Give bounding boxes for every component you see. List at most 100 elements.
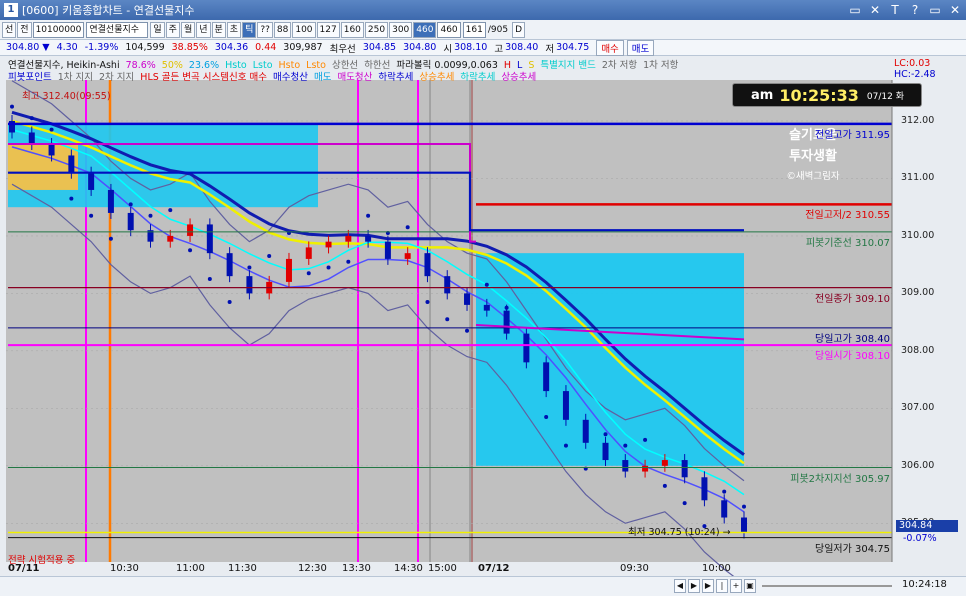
zone-day1-orange — [8, 143, 78, 190]
current-pct-tag: -0.07% — [903, 533, 937, 544]
code-input[interactable]: 10100000 — [32, 21, 85, 38]
sar-dot — [405, 225, 410, 230]
sar-dot — [682, 501, 687, 506]
count-input[interactable]: 161 — [462, 21, 486, 38]
sell-button[interactable]: 매도 — [626, 39, 655, 56]
level-label-pivot2: 피봇2차지지선 305.97 — [790, 473, 890, 485]
candle — [28, 132, 35, 144]
interval-300[interactable]: 300 — [389, 21, 413, 38]
candle — [661, 460, 668, 466]
level-label-prevhigh: 전일고가 311.95 — [815, 129, 890, 141]
sar-dot — [148, 213, 153, 218]
app-icon: 1 — [4, 3, 18, 17]
period-tick[interactable]: 틱 — [242, 21, 257, 38]
price-change: 4.30 — [56, 42, 78, 53]
interval-127[interactable]: 127 — [316, 21, 340, 38]
candle — [345, 235, 352, 242]
period-minute[interactable]: 분 — [211, 21, 226, 38]
legend-item[interactable]: 하락추세 — [460, 72, 495, 83]
period-week[interactable]: 주 — [165, 21, 180, 38]
sar-dot — [306, 271, 311, 276]
d-checkbox[interactable]: D — [512, 21, 526, 38]
candle — [622, 460, 629, 472]
interval-160[interactable]: 160 — [340, 21, 364, 38]
interval-88[interactable]: 88 — [273, 21, 292, 38]
buy-button[interactable]: 매수 — [596, 39, 624, 56]
zoom-in-icon[interactable]: + — [730, 579, 742, 593]
candle — [68, 155, 75, 173]
candle — [384, 241, 391, 259]
quote-bar: 304.80 ▼ 4.30 -1.39% 104,599 38.85% 304.… — [0, 39, 966, 56]
chart-type-select[interactable]: 전 — [17, 21, 32, 38]
candle — [602, 442, 609, 461]
name-input[interactable]: 연결선물지수 — [86, 21, 149, 38]
legend-item[interactable]: 하락추세 — [378, 72, 413, 83]
level-label-prevmid: 전일고저/2 310.55 — [805, 210, 890, 222]
close-small-icon[interactable]: ✕ — [866, 2, 884, 18]
interval-460[interactable]: 460 — [413, 21, 437, 38]
scroll-right-icon[interactable]: ▶ — [688, 579, 700, 593]
legend-row-2: 피봇포인트 1차 지지 2차 지지 HLS 골든 변곡 시스템신호 매수 매수청산 매도 매… — [8, 69, 542, 83]
candle — [582, 419, 589, 443]
candle — [127, 212, 134, 231]
legend-item[interactable]: 상승추세 — [419, 72, 454, 83]
close-icon[interactable]: ✕ — [946, 2, 964, 18]
maximize-icon[interactable]: ▭ — [926, 2, 944, 18]
period-day[interactable]: 일 — [150, 21, 165, 38]
sar-dot — [247, 265, 252, 270]
sar-dot — [603, 432, 608, 437]
help-icon[interactable]: ? — [906, 2, 924, 18]
price-tick: 307.00 — [901, 402, 935, 414]
time-tick: 14:30 — [394, 563, 423, 574]
hc-value: HC:-2.48 — [894, 69, 936, 80]
legend-item[interactable]: HLS 골든 변곡 시스템신호 매수 — [140, 72, 267, 83]
sar-dot — [563, 443, 568, 448]
interval-input[interactable]: 460 — [437, 21, 461, 38]
candle — [246, 276, 253, 294]
scroll-left-icon[interactable]: ◀ — [674, 579, 686, 593]
zoom-slider[interactable] — [762, 585, 892, 587]
clock-date: 07/12 화 — [866, 91, 904, 102]
interval-250[interactable]: 250 — [364, 21, 389, 38]
candle — [642, 465, 649, 472]
sar-dot — [484, 282, 489, 287]
legend-item[interactable]: 상승추세 — [501, 72, 536, 83]
legend-item[interactable]: 특별지지 밴드 — [540, 60, 595, 71]
sar-dot — [662, 483, 667, 488]
badge-line-3: ©새벽그림자 — [786, 171, 840, 182]
font-icon[interactable]: T — [886, 2, 904, 18]
candle — [285, 258, 292, 282]
legend-item[interactable]: 2차 지지 — [99, 72, 134, 83]
legend-item[interactable]: 2차 저항 — [602, 60, 637, 71]
sar-dot — [108, 236, 113, 241]
candle — [444, 276, 451, 294]
zoom-out-icon[interactable]: | — [716, 579, 728, 593]
legend-item[interactable]: 매수청산 — [273, 72, 308, 83]
legend-item[interactable]: 1차 저항 — [643, 60, 678, 71]
mode-select[interactable]: 선 — [2, 21, 17, 38]
period-year[interactable]: 년 — [196, 21, 211, 38]
level-label-dayopen: 당일시가 308.10 — [815, 351, 890, 363]
current-price-tag: 304.84 — [896, 520, 958, 532]
sar-dot — [465, 328, 470, 333]
legend-item[interactable]: 매도청산 — [337, 72, 372, 83]
low-label: 저 — [545, 43, 555, 55]
volume: 104,599 — [125, 42, 165, 53]
time-tick: 10:30 — [110, 563, 139, 574]
legend-item[interactable]: 매도 — [314, 72, 331, 83]
chart-toolbar: 선 전 10100000 연결선물지수 일 주 월 년 분 초 틱 ?? 88 … — [0, 20, 966, 40]
title-bar: 1 [0600] 키움종합차트 - 연결선물지수 ▭ ✕ T ? ▭ ✕ — [0, 0, 966, 20]
sar-dot — [128, 202, 133, 207]
period-second[interactable]: 초 — [226, 21, 242, 38]
restore-icon[interactable]: ▭ — [846, 2, 864, 18]
period-month[interactable]: 월 — [180, 21, 196, 38]
interval-100[interactable]: 100 — [292, 21, 316, 38]
price-change-pct: -1.39% — [84, 42, 119, 53]
interval-1[interactable]: ?? — [257, 21, 273, 38]
legend-item[interactable]: 1차 지지 — [58, 72, 93, 83]
scroll-end-icon[interactable]: ▶ — [702, 579, 714, 593]
fit-icon[interactable]: ▣ — [744, 579, 756, 593]
price-tick: 308.00 — [901, 344, 935, 356]
legend-item[interactable]: 피봇포인트 — [8, 72, 52, 83]
candle — [365, 235, 372, 242]
